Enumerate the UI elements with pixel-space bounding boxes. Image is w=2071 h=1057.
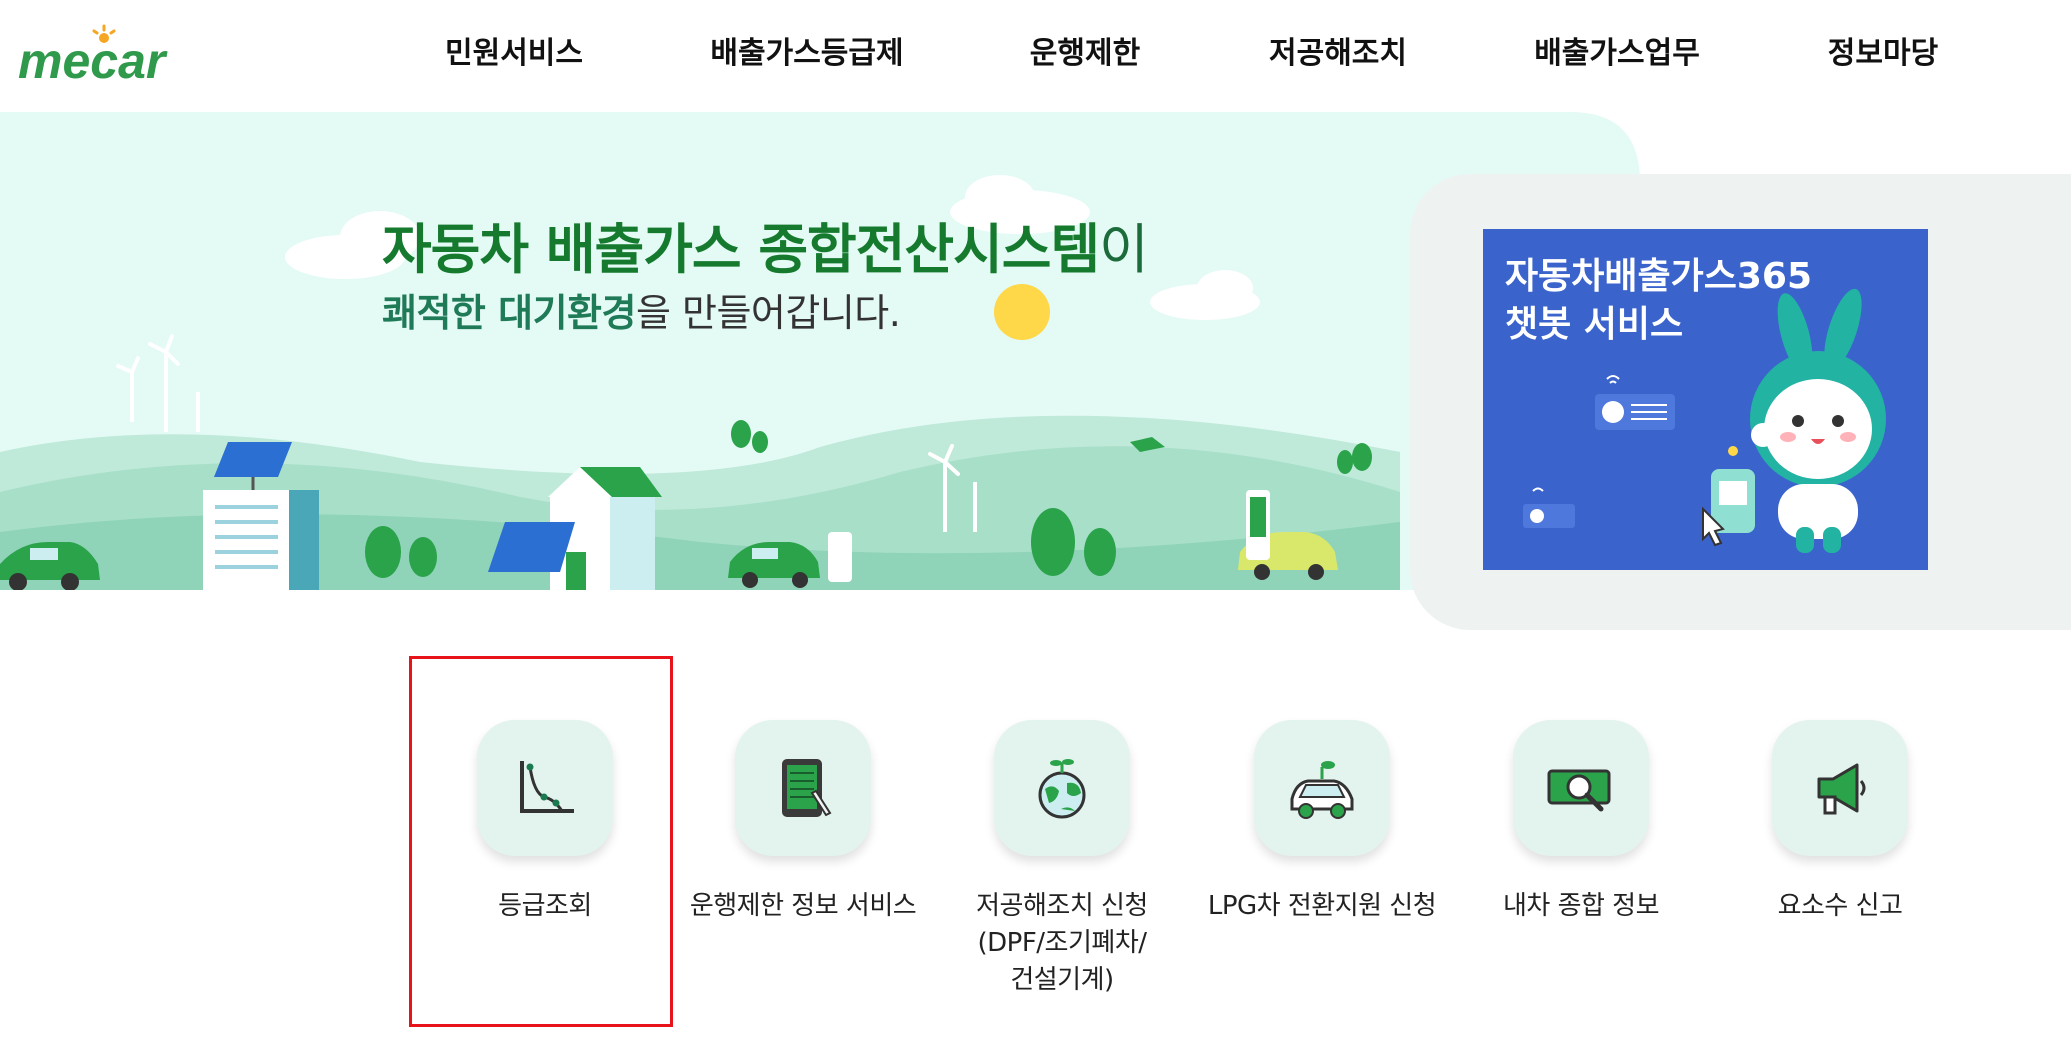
quick-menu-urea-report[interactable]: 요소수 신고 bbox=[1720, 720, 1960, 925]
quick-menu-driving-restriction-info[interactable]: 운행제한 정보 서비스 bbox=[683, 720, 923, 925]
quick-menu-grade-lookup[interactable]: 등급조회 bbox=[425, 720, 665, 925]
quick-menu-label: 내차 종합 정보 bbox=[1502, 891, 1660, 921]
hero-subline: 쾌적한 대기환경을 만들어갑니다. bbox=[382, 282, 901, 337]
quick-menu-label: LPG차 전환지원 신청 bbox=[1207, 891, 1437, 921]
chatbot-title: 자동차배출가스365 챗봇 서비스 bbox=[1505, 253, 1812, 349]
chatbot-banner[interactable]: 자동차배출가스365 챗봇 서비스 bbox=[1483, 229, 1928, 570]
quick-menu-label: 운행제한 정보 서비스 bbox=[689, 891, 917, 921]
nav-item-emission-grade[interactable]: 배출가스등급제 bbox=[710, 34, 903, 74]
quick-menu-label: 등급조회 bbox=[498, 891, 592, 921]
nav-item-civil-service[interactable]: 민원서비스 bbox=[445, 34, 583, 74]
quick-menu-my-car-info[interactable]: 내차 종합 정보 bbox=[1461, 720, 1701, 925]
nav-item-driving-restriction[interactable]: 운행제한 bbox=[1030, 34, 1140, 74]
eco-car-icon bbox=[1254, 720, 1390, 856]
eco-city-illustration bbox=[0, 112, 1640, 590]
sun-icon bbox=[994, 284, 1050, 340]
quick-menu-label: 저공해조치 신청 (DPF/조기폐차/ 건설기계) bbox=[976, 891, 1148, 995]
nav-item-low-emission[interactable]: 저공해조치 bbox=[1269, 34, 1407, 74]
nav-item-emission-work[interactable]: 배출가스업무 bbox=[1534, 34, 1700, 74]
hero-subline-rest: 을 만들어갑니다. bbox=[635, 291, 901, 335]
megaphone-icon bbox=[1772, 720, 1908, 856]
hero-headline-main: 자동차 배출가스 종합전산시스템 bbox=[382, 218, 1100, 281]
chatbot-title-line1: 자동차배출가스365 bbox=[1505, 256, 1812, 297]
hero-subline-emphasis: 쾌적한 대기환경 bbox=[382, 291, 636, 335]
hero-banner: 자동차 배출가스 종합전산시스템이 쾌적한 대기환경을 만들어갑니다. bbox=[0, 112, 1640, 590]
quick-menu-low-emission-application[interactable]: 저공해조치 신청 (DPF/조기폐차/ 건설기계) bbox=[942, 720, 1182, 999]
money-magnifier-icon bbox=[1513, 720, 1649, 856]
tablet-document-icon bbox=[735, 720, 871, 856]
main-nav: 민원서비스 배출가스등급제 운행제한 저공해조치 배출가스업무 정보마당 bbox=[0, 0, 2071, 110]
nav-item-info[interactable]: 정보마당 bbox=[1828, 34, 1938, 74]
hero-headline-tail: 이 bbox=[1099, 218, 1149, 281]
quick-menu-lpg-conversion[interactable]: LPG차 전환지원 신청 bbox=[1202, 720, 1442, 925]
chatbot-title-line2: 챗봇 서비스 bbox=[1505, 304, 1684, 345]
earth-sprout-icon bbox=[994, 720, 1130, 856]
graph-curve-icon bbox=[477, 720, 613, 856]
hero-headline: 자동차 배출가스 종합전산시스템이 bbox=[382, 205, 1149, 284]
quick-menu-label: 요소수 신고 bbox=[1777, 891, 1903, 921]
chat-card-icon bbox=[1523, 375, 1675, 528]
